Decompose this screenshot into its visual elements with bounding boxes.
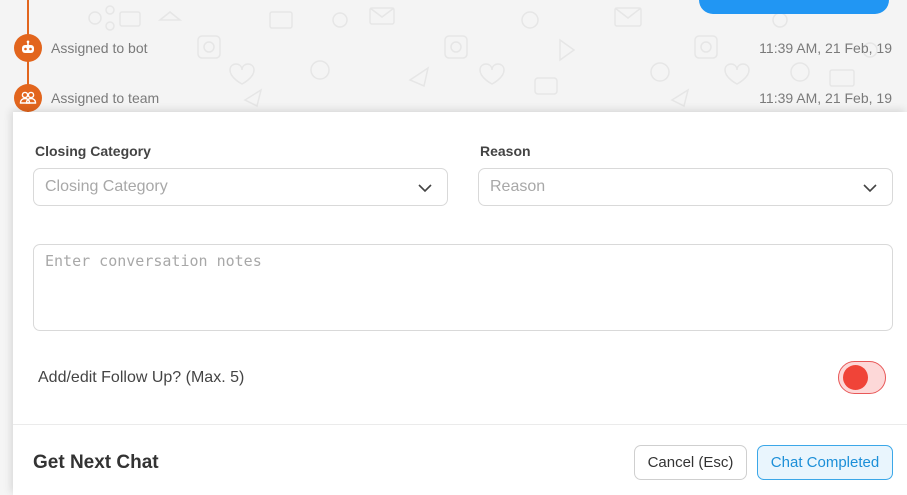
event-timestamp: 11:39 AM, 21 Feb, 19: [759, 90, 892, 106]
reason-placeholder: Reason: [490, 178, 546, 195]
chat-timeline-background: Assigned to bot 11:39 AM, 21 Feb, 19 Ass…: [0, 0, 907, 120]
divider: [13, 424, 907, 425]
closing-category-placeholder: Closing Category: [45, 178, 168, 195]
event-label: Assigned to bot: [51, 40, 148, 56]
get-next-chat-label: Get Next Chat: [33, 452, 159, 473]
chevron-down-icon: [418, 184, 432, 193]
conversation-notes-input[interactable]: [33, 244, 893, 331]
team-icon: [14, 84, 42, 112]
outgoing-message-bubble: [699, 0, 889, 14]
timeline-event-assigned-team: Assigned to team 11:39 AM, 21 Feb, 19: [0, 84, 907, 114]
timeline-event-assigned-bot: Assigned to bot 11:39 AM, 21 Feb, 19: [0, 34, 907, 64]
event-label: Assigned to team: [51, 90, 160, 106]
event-timestamp: 11:39 AM, 21 Feb, 19: [759, 40, 892, 56]
closing-category-label: Closing Category: [35, 143, 151, 159]
chat-completed-button[interactable]: Chat Completed: [757, 445, 893, 480]
follow-up-toggle[interactable]: [838, 361, 886, 394]
cancel-button[interactable]: Cancel (Esc): [634, 445, 747, 480]
chevron-down-icon: [863, 184, 877, 193]
follow-up-label: Add/edit Follow Up? (Max. 5): [38, 369, 245, 386]
reason-select[interactable]: Reason: [478, 168, 893, 206]
toggle-knob: [843, 365, 868, 390]
robot-icon: [14, 34, 42, 62]
close-chat-panel: Closing Category Closing Category Reason…: [13, 112, 907, 495]
closing-category-select[interactable]: Closing Category: [33, 168, 448, 206]
reason-label: Reason: [480, 143, 531, 159]
